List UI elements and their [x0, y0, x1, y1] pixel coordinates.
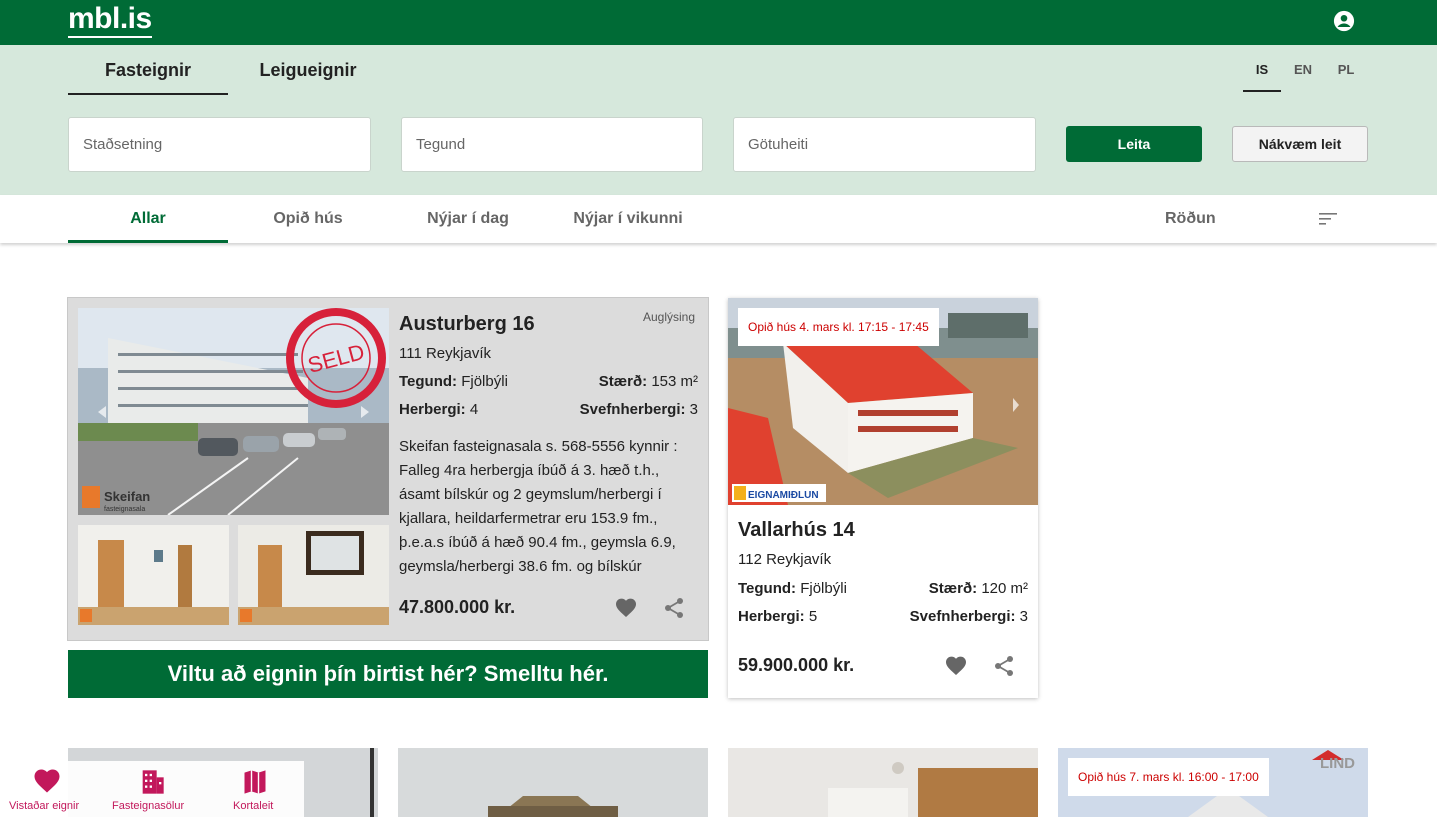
featured-main-photo[interactable]: SELD Skeifan fasteignasala [78, 308, 389, 515]
listing-city: 112 Reykjavík [738, 551, 832, 568]
rooms-row: Herbergi: 4 [399, 401, 479, 418]
tab-fasteignir[interactable]: Fasteignir [68, 60, 228, 95]
agency-logo-sub: fasteignasala [104, 506, 145, 513]
type-row: Tegund: Fjölbýli [399, 373, 508, 390]
agency-logo: EIGNAMIÐLUN [748, 490, 819, 501]
listing-price: 47.800.000 kr. [399, 597, 516, 617]
type-input[interactable] [401, 117, 703, 172]
building-icon [142, 770, 164, 794]
nav-label: Kortaleit [233, 800, 274, 812]
filter-bar: Allar Opið hús Nýjar í dag Nýjar í vikun… [0, 195, 1437, 243]
lang-en[interactable]: EN [1284, 62, 1322, 77]
listing-card[interactable]: EIGNAMIÐLUN Opið hús 4. mars kl. 17:15 -… [728, 298, 1038, 698]
account-circle-icon[interactable] [1333, 10, 1355, 32]
promote-listing-banner[interactable]: Viltu að eignin þín birtist hér? Smelltu… [68, 650, 708, 698]
advanced-search-button[interactable]: Nákvæm leit [1232, 126, 1368, 162]
agency-logo: Skeifan [104, 489, 150, 504]
size-row: Stærð: 153 m² [598, 373, 698, 390]
location-input[interactable] [68, 117, 371, 172]
sort-icon[interactable] [1319, 212, 1339, 226]
search-panel: Fasteignir Leigueignir IS EN PL Leita Ná… [0, 45, 1437, 195]
lang-is[interactable]: IS [1243, 62, 1281, 92]
floating-bottom-nav: Vistaðar eignir Fasteignasölur Kortaleit [0, 761, 304, 817]
lang-pl[interactable]: PL [1327, 62, 1365, 77]
listing-card-photo[interactable] [398, 748, 708, 817]
type-row: Tegund: Fjölbýli [738, 580, 847, 597]
nav-label: Fasteignasölur [112, 800, 185, 812]
top-bar: mbl.is [0, 0, 1437, 45]
featured-listing-card[interactable]: SELD Skeifan fasteignasala Austurberg 16 [67, 297, 709, 641]
open-house-badge: Opið hús 4. mars kl. 17:15 - 17:45 [738, 308, 939, 346]
search-button[interactable]: Leita [1066, 126, 1202, 162]
site-logo[interactable]: mbl.is [68, 3, 152, 38]
map-icon [244, 770, 266, 794]
filter-tab-allar[interactable]: Allar [68, 210, 228, 228]
agency-logo: LIND [1320, 755, 1355, 772]
share-icon[interactable] [992, 654, 1016, 678]
featured-thumb-1[interactable] [78, 525, 229, 625]
featured-thumb-2[interactable] [238, 525, 389, 625]
sort-label[interactable]: Röðun [1165, 210, 1216, 228]
favorite-heart-icon[interactable] [614, 596, 638, 620]
nav-label: Vistaðar eignir [9, 800, 80, 812]
listing-title[interactable]: Vallarhús 14 [738, 519, 855, 542]
favorite-heart-icon[interactable] [944, 654, 968, 678]
filter-tab-opid-hus[interactable]: Opið hús [228, 210, 388, 228]
listing-card-photo[interactable] [728, 748, 1038, 817]
heart-icon [34, 769, 60, 793]
listing-price: 59.900.000 kr. [738, 655, 855, 675]
listing-description: Skeifan fasteignasala s. 568-5556 kynnir… [399, 438, 678, 575]
bedrooms-row: Svefnherbergi: 3 [909, 608, 1028, 625]
filter-tab-nyjar-i-dag[interactable]: Nýjar í dag [388, 210, 548, 228]
open-house-badge: Opið hús 7. mars kl. 16:00 - 17:00 [1068, 758, 1269, 796]
filter-tab-nyjar-i-vikunni[interactable]: Nýjar í vikunni [548, 210, 708, 228]
street-input[interactable] [733, 117, 1036, 172]
ad-label: Auglýsing [643, 310, 696, 324]
tab-leigueignir[interactable]: Leigueignir [228, 60, 388, 81]
listing-city: 111 Reykjavík [399, 345, 491, 362]
share-icon[interactable] [662, 596, 686, 620]
listing-title[interactable]: Austurberg 16 [399, 313, 535, 336]
size-row: Stærð: 120 m² [928, 580, 1028, 597]
bedrooms-row: Svefnherbergi: 3 [579, 401, 698, 418]
rooms-row: Herbergi: 5 [738, 608, 818, 625]
active-tab-indicator [68, 240, 228, 243]
